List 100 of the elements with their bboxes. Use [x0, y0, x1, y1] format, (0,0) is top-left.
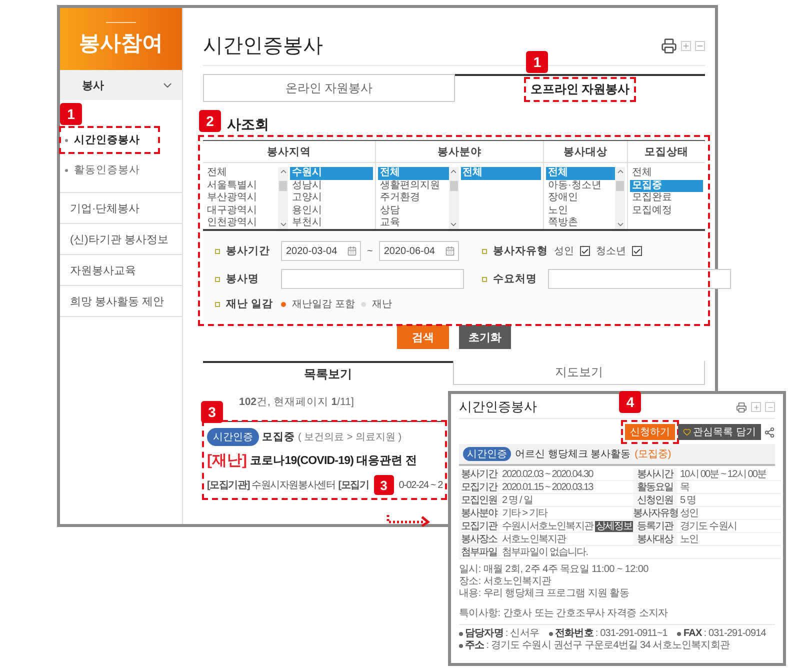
cell-text: 노인	[680, 532, 698, 546]
description-text: 일시: 매월 2회, 2주 4주 목요일 11:00 ~ 12:00	[459, 564, 650, 576]
sidebar-item[interactable]: 기업·단체봉사	[60, 193, 182, 224]
list-option[interactable]: 아동·청소년	[546, 180, 615, 192]
scroll-up-icon[interactable]	[278, 167, 288, 176]
list-option[interactable]: 노인	[546, 204, 615, 217]
zoom-in-icon[interactable]	[681, 40, 691, 50]
column-header: 봉사분야	[376, 141, 543, 163]
description-text: 내용: 우리 행당체크 프로그램 지원 활동	[459, 588, 630, 600]
scrollbar[interactable]	[448, 167, 458, 229]
scroll-thumb[interactable]	[279, 181, 287, 191]
step-number-badge: 4	[619, 391, 642, 413]
scroll-up-icon[interactable]	[449, 167, 458, 176]
sidebar-title: 봉사참여	[79, 30, 163, 56]
cell-text: 목	[680, 480, 690, 494]
list-option[interactable]: 서울특별시	[205, 180, 278, 192]
zoom-in-icon[interactable]	[751, 402, 761, 412]
table-header-cell: 봉사분야	[459, 507, 499, 520]
scrollbar[interactable]	[615, 167, 625, 229]
sidebar-group[interactable]: 봉사	[60, 70, 182, 100]
calendar-icon[interactable]	[444, 246, 455, 256]
scroll-thumb[interactable]	[450, 181, 458, 191]
input-field[interactable]	[281, 269, 464, 289]
list-box[interactable]: 수원시 성남시 고양시 용인시 부천시	[290, 167, 373, 229]
cell-text: 성인	[680, 506, 698, 520]
list-option[interactable]: 대구광역시	[205, 204, 278, 217]
scroll-thumb[interactable]	[616, 181, 624, 191]
print-icon[interactable]	[736, 402, 747, 412]
list-option[interactable]: 부천시	[290, 217, 373, 229]
details-button[interactable]: 상세정보	[595, 520, 634, 532]
table-header-cell: 활동요일	[633, 481, 678, 494]
share-icon[interactable]	[764, 426, 775, 438]
result-item[interactable]: 시간인증 모집중 ( 보건의료 > 의료지원 ) [재난] 코로나19(COVID-19) 대응관련 전 [모집기관] 수원시자원봉사센터 [모집기 3 0-02-24 ~ 2	[203, 421, 446, 499]
cell-text: 2020.02.03 ~ 2020.04.30	[502, 468, 593, 480]
column-header: 모집상태	[628, 141, 705, 163]
step-number-badge: 1	[60, 103, 82, 125]
cell-text: 수원시서호노인복지관	[502, 520, 594, 532]
wishlist-button[interactable]: 관심목록 담기	[678, 424, 761, 440]
list-option[interactable]: 상담	[378, 204, 448, 217]
list-option[interactable]: 인천광역시	[205, 217, 278, 229]
date-field[interactable]: 2020-03-04	[281, 241, 361, 261]
meta-text: [모집기관] 수원시자원봉사센터	[207, 479, 336, 492]
status-text: (모집중)	[634, 448, 672, 461]
table-header-cell: 모집기간	[459, 481, 499, 494]
input-field[interactable]	[548, 269, 731, 289]
cell-text: 5 명	[680, 494, 696, 506]
list-option[interactable]: 성남시	[290, 180, 373, 192]
scroll-down-icon[interactable]	[616, 220, 624, 229]
table-header-cell: 신청인원	[633, 494, 678, 507]
table-header-cell: 첨부파일	[459, 546, 499, 559]
meta-text: 0-02-24 ~ 2	[398, 480, 443, 490]
scroll-up-icon[interactable]	[616, 167, 624, 176]
list-box[interactable]: 전체 아동·청소년 장애인 노인 쪽방촌	[546, 167, 625, 229]
scroll-down-icon[interactable]	[449, 220, 458, 229]
table-header-cell: 봉사기간	[459, 468, 499, 481]
reset-button[interactable]: 초기화	[459, 325, 511, 349]
list-box[interactable]: 전체 모집중 모집완료 모집예정	[630, 167, 703, 229]
table-header-cell: 봉사장소	[459, 533, 499, 546]
radio-button[interactable]	[281, 302, 286, 306]
scrollbar[interactable]	[278, 167, 288, 229]
zoom-out-icon[interactable]	[695, 40, 705, 50]
list-option[interactable]: 전체	[630, 167, 703, 180]
date-field[interactable]: 2020-06-04	[378, 241, 459, 261]
list-option[interactable]: 모집완료	[630, 192, 703, 204]
print-icon[interactable]	[661, 38, 677, 54]
checkbox[interactable]	[632, 246, 642, 256]
cell-text: 10시 00분 ~ 12시 00분	[680, 468, 766, 480]
list-option[interactable]: 고양시	[290, 192, 373, 204]
category-text: ( 보건의료 > 의료지원 )	[298, 431, 402, 444]
tab[interactable]: 목록보기	[203, 361, 453, 385]
list-option[interactable]: 장애인	[546, 192, 615, 204]
step-number-badge: 3	[201, 401, 223, 423]
checkbox[interactable]	[580, 246, 590, 256]
sidebar-item[interactable]: (신)타기관 봉사정보	[60, 224, 182, 255]
sidebar-item[interactable]: 자원봉사교육	[60, 255, 182, 286]
list-option[interactable]: 모집예정	[630, 204, 703, 217]
table-header-cell: 등록기관	[633, 520, 678, 533]
sidebar-item[interactable]: 희망 봉사활동 제안	[60, 286, 182, 317]
zoom-out-icon[interactable]	[765, 402, 775, 412]
calendar-icon[interactable]	[347, 246, 357, 256]
table-header-cell: 봉사대상	[633, 533, 678, 546]
list-option[interactable]: 생활편의지원	[378, 180, 448, 192]
list-option[interactable]: 부산광역시	[205, 192, 278, 204]
field-label: 봉사기간	[215, 244, 275, 258]
sidebar-subitem[interactable]: 시간인증봉사	[59, 126, 160, 154]
list-option[interactable]: 쪽방촌	[546, 217, 615, 229]
tab[interactable]: 온라인 자원봉사	[203, 74, 455, 102]
list-option[interactable]: 용인시	[290, 204, 373, 217]
list-box[interactable]: 전체 서울특별시 부산광역시 대구광역시 인천광역시	[205, 167, 288, 229]
list-box[interactable]: 전체 생활편의지원 주거환경 상담 교육	[378, 167, 458, 229]
tab[interactable]: 지도보기	[453, 361, 705, 385]
list-option[interactable]: 교육	[378, 217, 448, 229]
disaster-tag: [재난]	[207, 451, 247, 470]
status-text: 모집중	[262, 430, 295, 444]
sidebar-subitem[interactable]: 활동인증봉사	[59, 156, 160, 184]
scroll-down-icon[interactable]	[278, 220, 288, 229]
field-label: 봉사자유형	[482, 244, 548, 258]
radio-button[interactable]	[360, 302, 366, 306]
list-option[interactable]: 주거환경	[378, 192, 448, 204]
list-option[interactable]: 전체	[205, 167, 278, 180]
